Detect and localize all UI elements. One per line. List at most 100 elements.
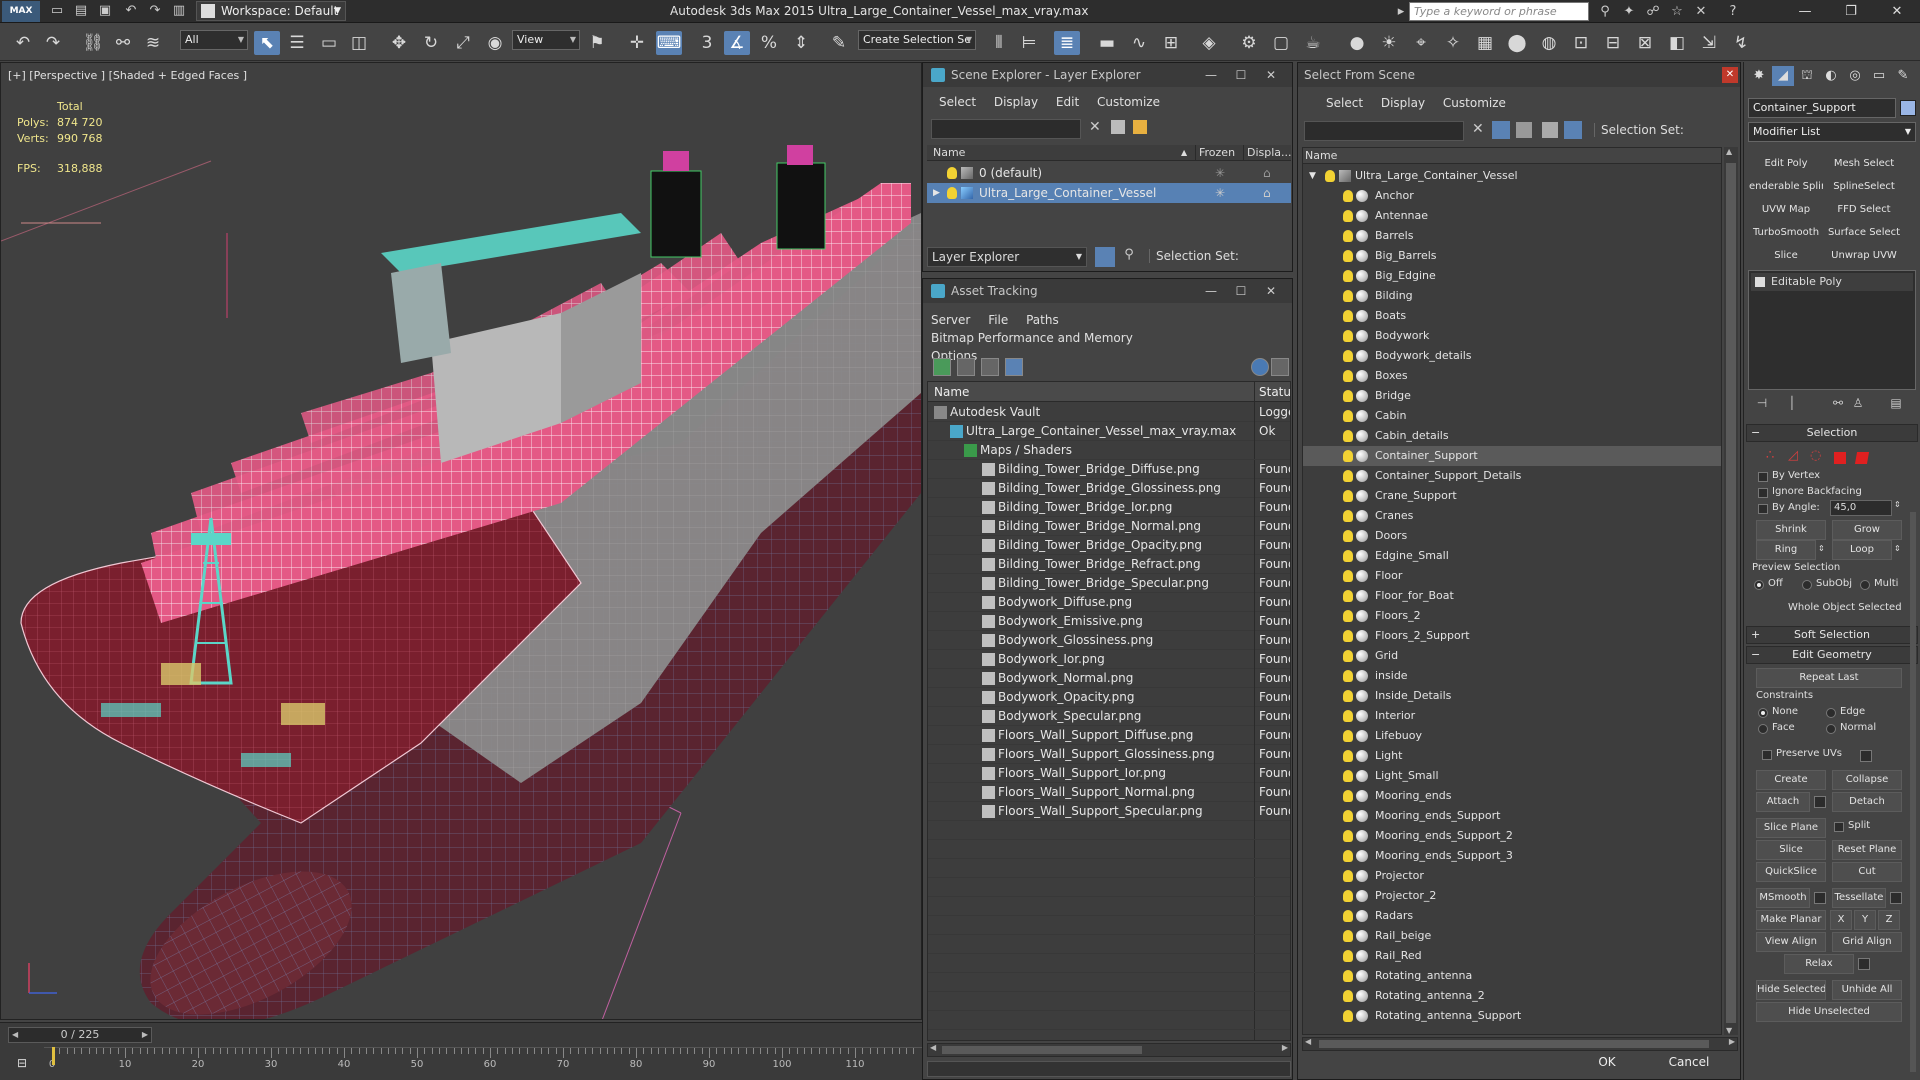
asset-row[interactable]: Maps / Shaders: [928, 441, 1290, 460]
light-bulb-icon[interactable]: [1343, 1010, 1353, 1022]
light-bulb-icon[interactable]: [1343, 750, 1353, 762]
hide-selected-button[interactable]: Hide Selected: [1756, 980, 1826, 1000]
make-unique-icon[interactable]: ⚯: [1828, 396, 1848, 412]
light-bulb-icon[interactable]: [1343, 650, 1353, 662]
horizontal-scrollbar[interactable]: ◀ ▶: [927, 1043, 1291, 1057]
command-panel-scrollbar[interactable]: [1910, 512, 1916, 1072]
object-row[interactable]: Doors: [1303, 526, 1721, 546]
planar-x-button[interactable]: X: [1830, 910, 1852, 930]
object-row[interactable]: Grid: [1303, 646, 1721, 666]
hierarchy-icon[interactable]: [1564, 121, 1582, 139]
scrollbar-thumb[interactable]: [1319, 1040, 1709, 1048]
layer-manager-icon[interactable]: ≣: [1054, 31, 1080, 55]
asset-row[interactable]: Floors_Wall_Support_Ior.png Found: [928, 764, 1290, 783]
object-row[interactable]: Container_Support: [1303, 446, 1721, 466]
light-bulb-icon[interactable]: [1343, 270, 1353, 282]
stack-item[interactable]: Editable Poly: [1751, 273, 1913, 291]
viewport-label[interactable]: [+] [Perspective ] [Shaded + Edged Faces…: [8, 69, 247, 82]
menu-edit[interactable]: Edit: [1056, 93, 1079, 111]
stack-bulb-icon[interactable]: [1755, 277, 1765, 287]
object-row[interactable]: Big_Edgine: [1303, 266, 1721, 286]
light-bulb-icon[interactable]: [1343, 770, 1353, 782]
view-align-button[interactable]: View Align: [1756, 932, 1826, 952]
layer-icon[interactable]: [1542, 122, 1558, 138]
find-icon[interactable]: [1133, 120, 1147, 134]
asset-row[interactable]: Bilding_Tower_Bridge_Ior.png Found: [928, 498, 1290, 517]
object-row[interactable]: Mooring_ends_Support_2: [1303, 826, 1721, 846]
tree-root-row[interactable]: ▼ Ultra_Large_Container_Vessel: [1303, 166, 1721, 186]
object-row[interactable]: Rotating_antenna_2: [1303, 986, 1721, 1006]
time-slider[interactable]: ◀ 0 / 225 ▶: [8, 1027, 152, 1043]
snap-toggle-icon[interactable]: 3: [694, 31, 720, 55]
selection-filter-select[interactable]: All ▼: [180, 30, 248, 50]
object-row[interactable]: Projector_2: [1303, 886, 1721, 906]
edit-named-selection-icon[interactable]: ✎: [826, 31, 852, 55]
modifier-button[interactable]: Surface Select: [1826, 223, 1902, 243]
light-bulb-icon[interactable]: [1343, 530, 1353, 542]
object-row[interactable]: Crane_Support: [1303, 486, 1721, 506]
constraint-normal-radio[interactable]: [1826, 724, 1836, 734]
polygon-icon[interactable]: [1834, 452, 1846, 464]
light-bulb-icon[interactable]: [947, 187, 957, 199]
object-row[interactable]: Bilding: [1303, 286, 1721, 306]
close-button[interactable]: ✕: [1874, 0, 1920, 23]
project-folder-icon[interactable]: ▥: [170, 2, 188, 20]
light-bulb-icon[interactable]: [1343, 630, 1353, 642]
ribbon-icon[interactable]: ▬: [1094, 31, 1120, 55]
object-row[interactable]: Rotating_antenna_Support: [1303, 1006, 1721, 1026]
edit-geometry-rollout[interactable]: − Edit Geometry: [1746, 646, 1918, 664]
preserve-uvs-checkbox[interactable]: [1762, 750, 1772, 760]
light-bulb-icon[interactable]: [1343, 690, 1353, 702]
object-row[interactable]: Barrels: [1303, 226, 1721, 246]
light-bulb-icon[interactable]: [1343, 730, 1353, 742]
show-end-result-icon[interactable]: │: [1782, 396, 1802, 412]
msmooth-settings-icon[interactable]: [1814, 892, 1826, 904]
restore-button[interactable]: ❐: [1828, 0, 1874, 23]
hierarchy-icon[interactable]: ⚲: [1119, 247, 1139, 267]
object-row[interactable]: Cabin: [1303, 406, 1721, 426]
asset-row[interactable]: Floors_Wall_Support_Normal.png Found: [928, 783, 1290, 802]
by-angle-spinner[interactable]: 45,0: [1830, 500, 1892, 516]
col-name[interactable]: Name: [933, 145, 965, 161]
chevron-left-icon[interactable]: ◀: [12, 1028, 18, 1042]
by-vertex-checkbox[interactable]: [1758, 472, 1768, 482]
constraint-edge-radio[interactable]: [1826, 708, 1836, 718]
schematic-view-icon[interactable]: ⊞: [1158, 31, 1184, 55]
vray-frame-buffer-icon[interactable]: ▦: [1472, 31, 1498, 55]
object-row[interactable]: Cabin_details: [1303, 426, 1721, 446]
curve-editor-icon[interactable]: ∿: [1126, 31, 1152, 55]
light-bulb-icon[interactable]: [1343, 490, 1353, 502]
tessellate-button[interactable]: Tessellate: [1832, 888, 1886, 908]
redo-icon[interactable]: ↷: [146, 2, 164, 20]
msmooth-button[interactable]: MSmooth: [1756, 888, 1810, 908]
asset-row[interactable]: Bilding_Tower_Bridge_Specular.png Found: [928, 574, 1290, 593]
asset-row[interactable]: Bilding_Tower_Bridge_Opacity.png Found: [928, 536, 1290, 555]
light-bulb-icon[interactable]: [1343, 830, 1353, 842]
link-icon[interactable]: ⛓: [80, 31, 106, 55]
spinner-arrows-icon[interactable]: ⇕: [1894, 500, 1901, 509]
preview-subobj-radio[interactable]: [1802, 580, 1812, 590]
layer-row[interactable]: 0 (default) ✳ ⌂: [927, 163, 1291, 183]
object-row[interactable]: Projector: [1303, 866, 1721, 886]
split-checkbox[interactable]: [1834, 822, 1844, 832]
quickslice-button[interactable]: QuickSlice: [1756, 862, 1826, 882]
object-row[interactable]: Light: [1303, 746, 1721, 766]
find-icon[interactable]: [1516, 122, 1532, 138]
light-bulb-icon[interactable]: [1343, 410, 1353, 422]
light-bulb-icon[interactable]: [1343, 890, 1353, 902]
object-row[interactable]: Mooring_ends_Support: [1303, 806, 1721, 826]
select-manipulate-icon[interactable]: ✛: [624, 31, 650, 55]
modifier-list-select[interactable]: Modifier List ▼: [1748, 122, 1916, 142]
collapse-icon[interactable]: ▼: [1309, 166, 1316, 186]
loop-spinner-icon[interactable]: ⇕: [1894, 544, 1901, 553]
light-bulb-icon[interactable]: [1343, 430, 1353, 442]
hierarchy-tab-icon[interactable]: ⛫: [1796, 66, 1818, 86]
object-row[interactable]: Cranes: [1303, 506, 1721, 526]
asset-row[interactable]: Bodywork_Normal.png Found: [928, 669, 1290, 688]
preserve-uvs-settings-icon[interactable]: [1860, 750, 1872, 762]
border-icon[interactable]: ◌: [1810, 448, 1821, 463]
light-bulb-icon[interactable]: [1343, 990, 1353, 1002]
asset-tracking-titlebar[interactable]: Asset Tracking — ☐ ✕: [923, 279, 1292, 303]
by-angle-checkbox[interactable]: [1758, 504, 1768, 514]
cut-button[interactable]: Cut: [1832, 862, 1902, 882]
